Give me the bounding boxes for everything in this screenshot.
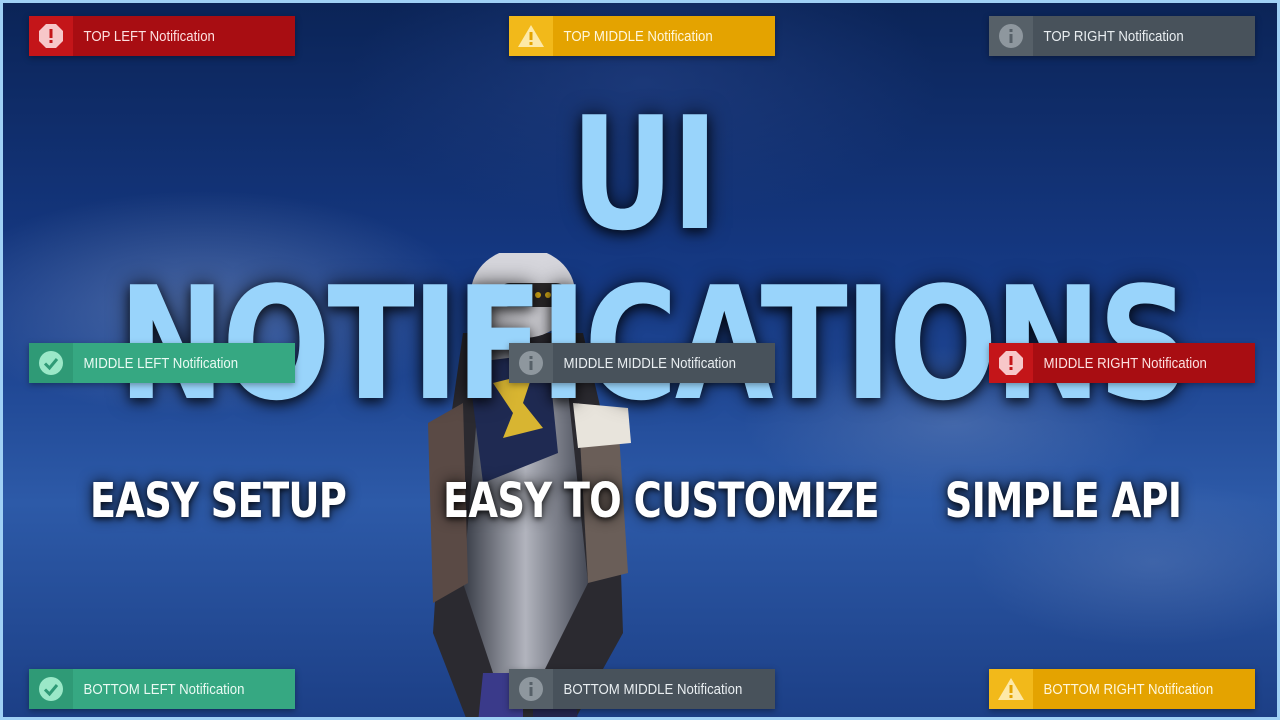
notification-top-middle[interactable]: TOP MIDDLE Notification <box>509 16 775 56</box>
notification-label: BOTTOM MIDDLE Notification <box>563 680 743 698</box>
info-circle-icon <box>999 24 1023 48</box>
notification-top-right[interactable]: TOP RIGHT Notification <box>989 16 1255 56</box>
notification-middle-left[interactable]: MIDDLE LEFT Notification <box>29 343 295 383</box>
notification-label: MIDDLE RIGHT Notification <box>1043 354 1207 372</box>
error-octagon-icon <box>999 351 1023 375</box>
warning-triangle-icon <box>998 678 1024 700</box>
notification-middle-middle[interactable]: MIDDLE MIDDLE Notification <box>509 343 775 383</box>
notification-bottom-middle[interactable]: BOTTOM MIDDLE Notification <box>509 669 775 709</box>
check-circle-icon <box>39 351 63 375</box>
check-circle-icon <box>39 677 63 701</box>
notification-label: BOTTOM RIGHT Notification <box>1043 680 1214 698</box>
notification-label: TOP MIDDLE Notification <box>563 27 713 45</box>
notification-top-left[interactable]: TOP LEFT Notification <box>29 16 295 56</box>
notification-bottom-left[interactable]: BOTTOM LEFT Notification <box>29 669 295 709</box>
info-circle-icon <box>519 351 543 375</box>
notification-label: BOTTOM LEFT Notification <box>83 680 245 698</box>
error-octagon-icon <box>39 24 63 48</box>
feature-simple-api: SIMPLE API <box>944 473 1182 529</box>
notification-label: MIDDLE LEFT Notification <box>83 354 239 372</box>
notification-label: MIDDLE MIDDLE Notification <box>563 354 736 372</box>
notification-label: TOP RIGHT Notification <box>1043 27 1184 45</box>
thumbnail-frame: UI NOTIFICATIONS EASY SETUP EASY TO CUST… <box>0 0 1280 720</box>
warning-triangle-icon <box>518 25 544 47</box>
feature-easy-to-customize: EASY TO CUSTOMIZE <box>443 473 880 529</box>
info-circle-icon <box>519 677 543 701</box>
notification-label: TOP LEFT Notification <box>83 27 215 45</box>
notification-bottom-right[interactable]: BOTTOM RIGHT Notification <box>989 669 1255 709</box>
notification-middle-right[interactable]: MIDDLE RIGHT Notification <box>989 343 1255 383</box>
feature-easy-setup: EASY SETUP <box>89 473 347 529</box>
